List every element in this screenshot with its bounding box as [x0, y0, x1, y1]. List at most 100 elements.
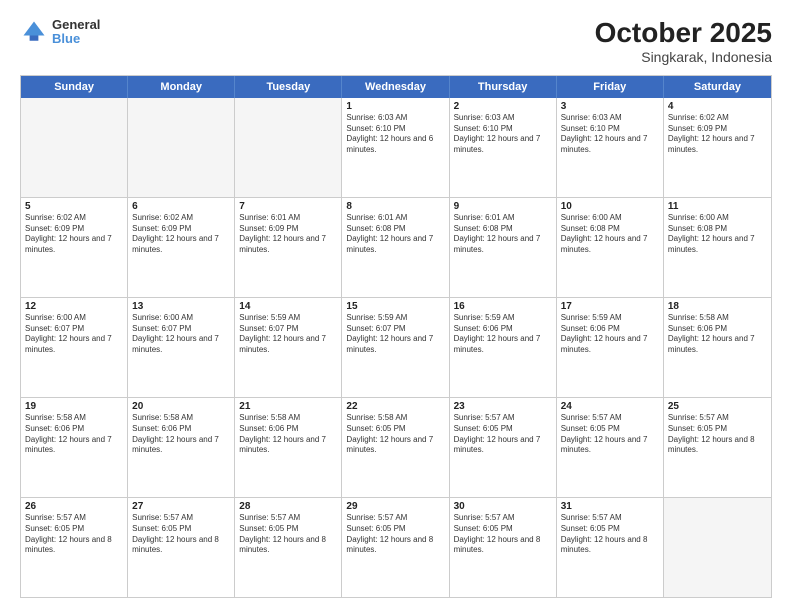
day-number: 18 — [668, 301, 767, 312]
calendar-cell: 15Sunrise: 5:59 AM Sunset: 6:07 PM Dayli… — [342, 298, 449, 397]
cell-info: Sunrise: 5:59 AM Sunset: 6:07 PM Dayligh… — [346, 313, 444, 356]
day-number: 20 — [132, 401, 230, 412]
calendar-cell: 5Sunrise: 6:02 AM Sunset: 6:09 PM Daylig… — [21, 198, 128, 297]
day-number: 6 — [132, 201, 230, 212]
calendar-cell: 7Sunrise: 6:01 AM Sunset: 6:09 PM Daylig… — [235, 198, 342, 297]
calendar-cell: 11Sunrise: 6:00 AM Sunset: 6:08 PM Dayli… — [664, 198, 771, 297]
calendar-cell: 21Sunrise: 5:58 AM Sunset: 6:06 PM Dayli… — [235, 398, 342, 497]
calendar-cell: 30Sunrise: 5:57 AM Sunset: 6:05 PM Dayli… — [450, 498, 557, 597]
calendar-cell: 25Sunrise: 5:57 AM Sunset: 6:05 PM Dayli… — [664, 398, 771, 497]
logo-text: General Blue — [52, 18, 100, 47]
day-number: 14 — [239, 301, 337, 312]
cal-header-day: Monday — [128, 76, 235, 98]
logo: General Blue — [20, 18, 100, 47]
cal-header-day: Tuesday — [235, 76, 342, 98]
cell-info: Sunrise: 6:03 AM Sunset: 6:10 PM Dayligh… — [454, 113, 552, 156]
cell-info: Sunrise: 6:02 AM Sunset: 6:09 PM Dayligh… — [132, 213, 230, 256]
day-number: 28 — [239, 501, 337, 512]
calendar-cell: 31Sunrise: 5:57 AM Sunset: 6:05 PM Dayli… — [557, 498, 664, 597]
title-block: October 2025 Singkarak, Indonesia — [595, 18, 772, 65]
day-number: 17 — [561, 301, 659, 312]
page: General Blue October 2025 Singkarak, Ind… — [0, 0, 792, 612]
day-number: 11 — [668, 201, 767, 212]
calendar-body: 1 Sunrise: 6:03 AM Sunset: 6:10 PM Daylig… — [21, 98, 771, 597]
day-number: 12 — [25, 301, 123, 312]
cell-info: Sunrise: 5:58 AM Sunset: 6:06 PM Dayligh… — [25, 413, 123, 456]
cell-info: Sunrise: 5:58 AM Sunset: 6:05 PM Dayligh… — [346, 413, 444, 456]
day-number: 23 — [454, 401, 552, 412]
calendar-cell: 17Sunrise: 5:59 AM Sunset: 6:06 PM Dayli… — [557, 298, 664, 397]
cell-info: Sunrise: 6:00 AM Sunset: 6:07 PM Dayligh… — [25, 313, 123, 356]
cal-header-day: Sunday — [21, 76, 128, 98]
cell-info: Sunrise: 5:58 AM Sunset: 6:06 PM Dayligh… — [132, 413, 230, 456]
calendar-cell: 12Sunrise: 6:00 AM Sunset: 6:07 PM Dayli… — [21, 298, 128, 397]
logo-icon — [20, 18, 48, 46]
day-number: 13 — [132, 301, 230, 312]
calendar-cell — [235, 98, 342, 197]
header: General Blue October 2025 Singkarak, Ind… — [20, 18, 772, 65]
calendar-cell: 8Sunrise: 6:01 AM Sunset: 6:08 PM Daylig… — [342, 198, 449, 297]
day-number: 7 — [239, 201, 337, 212]
cell-info: Sunrise: 6:00 AM Sunset: 6:08 PM Dayligh… — [561, 213, 659, 256]
day-number: 8 — [346, 201, 444, 212]
calendar-cell: 10Sunrise: 6:00 AM Sunset: 6:08 PM Dayli… — [557, 198, 664, 297]
cell-info: Sunrise: 5:57 AM Sunset: 6:05 PM Dayligh… — [454, 513, 552, 556]
calendar-cell: 27Sunrise: 5:57 AM Sunset: 6:05 PM Dayli… — [128, 498, 235, 597]
cell-info: Sunrise: 5:57 AM Sunset: 6:05 PM Dayligh… — [25, 513, 123, 556]
cell-info: Sunrise: 5:59 AM Sunset: 6:07 PM Dayligh… — [239, 313, 337, 356]
location: Singkarak, Indonesia — [595, 49, 772, 65]
cell-info: Sunrise: 5:59 AM Sunset: 6:06 PM Dayligh… — [454, 313, 552, 356]
cell-info: Sunrise: 6:02 AM Sunset: 6:09 PM Dayligh… — [668, 113, 767, 156]
day-number: 15 — [346, 301, 444, 312]
calendar-cell: 26Sunrise: 5:57 AM Sunset: 6:05 PM Dayli… — [21, 498, 128, 597]
day-number: 1 — [346, 101, 444, 112]
cell-info: Sunrise: 6:02 AM Sunset: 6:09 PM Dayligh… — [25, 213, 123, 256]
day-number: 4 — [668, 101, 767, 112]
cal-header-day: Friday — [557, 76, 664, 98]
logo-line2: Blue — [52, 32, 100, 46]
cal-header-day: Saturday — [664, 76, 771, 98]
calendar-row: 5Sunrise: 6:02 AM Sunset: 6:09 PM Daylig… — [21, 198, 771, 298]
cell-info: Sunrise: 5:57 AM Sunset: 6:05 PM Dayligh… — [132, 513, 230, 556]
cell-info: Sunrise: 6:00 AM Sunset: 6:08 PM Dayligh… — [668, 213, 767, 256]
calendar-cell: 16Sunrise: 5:59 AM Sunset: 6:06 PM Dayli… — [450, 298, 557, 397]
calendar-cell: 18Sunrise: 5:58 AM Sunset: 6:06 PM Dayli… — [664, 298, 771, 397]
calendar-cell — [664, 498, 771, 597]
day-number: 5 — [25, 201, 123, 212]
cell-info: Sunrise: 6:01 AM Sunset: 6:09 PM Dayligh… — [239, 213, 337, 256]
cell-info: Sunrise: 6:00 AM Sunset: 6:07 PM Dayligh… — [132, 313, 230, 356]
calendar-cell: 13Sunrise: 6:00 AM Sunset: 6:07 PM Dayli… — [128, 298, 235, 397]
day-number: 9 — [454, 201, 552, 212]
calendar-cell — [128, 98, 235, 197]
calendar-cell: 6Sunrise: 6:02 AM Sunset: 6:09 PM Daylig… — [128, 198, 235, 297]
day-number: 22 — [346, 401, 444, 412]
calendar-header: SundayMondayTuesdayWednesdayThursdayFrid… — [21, 76, 771, 98]
day-number: 31 — [561, 501, 659, 512]
cell-info: Sunrise: 5:57 AM Sunset: 6:05 PM Dayligh… — [668, 413, 767, 456]
cell-info: Sunrise: 5:57 AM Sunset: 6:05 PM Dayligh… — [561, 413, 659, 456]
cell-info: Sunrise: 6:01 AM Sunset: 6:08 PM Dayligh… — [346, 213, 444, 256]
month-year: October 2025 — [595, 18, 772, 49]
calendar-cell: 28Sunrise: 5:57 AM Sunset: 6:05 PM Dayli… — [235, 498, 342, 597]
cell-info: Sunrise: 5:58 AM Sunset: 6:06 PM Dayligh… — [668, 313, 767, 356]
calendar-cell: 22Sunrise: 5:58 AM Sunset: 6:05 PM Dayli… — [342, 398, 449, 497]
calendar-cell: 1Sunrise: 6:03 AM Sunset: 6:10 PM Daylig… — [342, 98, 449, 197]
day-number: 3 — [561, 101, 659, 112]
calendar-cell: 24Sunrise: 5:57 AM Sunset: 6:05 PM Dayli… — [557, 398, 664, 497]
day-number: 21 — [239, 401, 337, 412]
cell-info: Sunrise: 5:57 AM Sunset: 6:05 PM Dayligh… — [561, 513, 659, 556]
day-number: 24 — [561, 401, 659, 412]
day-number: 10 — [561, 201, 659, 212]
day-number: 26 — [25, 501, 123, 512]
calendar-cell: 4Sunrise: 6:02 AM Sunset: 6:09 PM Daylig… — [664, 98, 771, 197]
cell-info: Sunrise: 5:59 AM Sunset: 6:06 PM Dayligh… — [561, 313, 659, 356]
cell-info: Sunrise: 5:58 AM Sunset: 6:06 PM Dayligh… — [239, 413, 337, 456]
cell-info: Sunrise: 5:57 AM Sunset: 6:05 PM Dayligh… — [454, 413, 552, 456]
calendar-cell: 14Sunrise: 5:59 AM Sunset: 6:07 PM Dayli… — [235, 298, 342, 397]
day-number: 25 — [668, 401, 767, 412]
calendar-cell — [21, 98, 128, 197]
calendar-cell: 3Sunrise: 6:03 AM Sunset: 6:10 PM Daylig… — [557, 98, 664, 197]
day-number: 19 — [25, 401, 123, 412]
day-number: 16 — [454, 301, 552, 312]
calendar-cell: 23Sunrise: 5:57 AM Sunset: 6:05 PM Dayli… — [450, 398, 557, 497]
